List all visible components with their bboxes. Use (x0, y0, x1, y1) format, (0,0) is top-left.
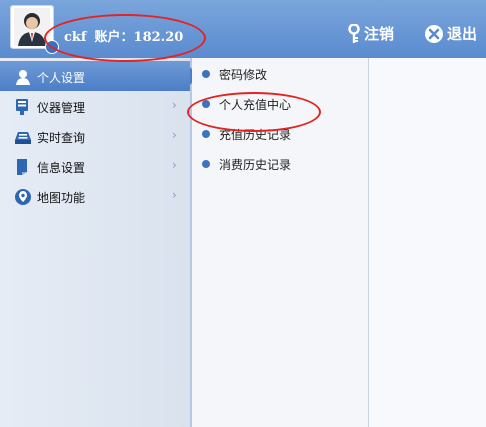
sidebar-item-label: 实时查询 (37, 131, 86, 145)
username: ckf (64, 30, 87, 45)
exit-label: 退出 (447, 25, 478, 43)
avatar-badge-icon (45, 40, 59, 54)
user-icon (16, 70, 30, 85)
sidebar-item-label: 个人设置 (37, 71, 86, 85)
content-area (369, 58, 486, 427)
account-balance: 182.20 (133, 30, 184, 45)
submenu-item-label: 个人充值中心 (219, 98, 292, 112)
sidebar-item-label: 仪器管理 (37, 101, 86, 115)
submenu-item-label: 密码修改 (219, 68, 268, 82)
account-label: 账户： (94, 30, 134, 45)
sidebar-item-map-functions[interactable]: 地图功能 › (0, 181, 190, 211)
submenu-panel: 密码修改 个人充值中心 充值历史记录 消费历史记录 (192, 58, 369, 427)
key-icon (348, 23, 360, 43)
submenu-item-label: 消费历史记录 (219, 158, 292, 172)
sidebar-item-label: 信息设置 (37, 161, 86, 175)
close-circle-icon (425, 24, 443, 43)
chevron-right-icon: › (172, 128, 177, 142)
sidebar: 个人设置 仪器管理 › 实时查询 › 信息设置 › 地图功能 › (0, 58, 198, 427)
map-icon (15, 189, 31, 205)
sidebar-item-device-management[interactable]: 仪器管理 › (0, 91, 190, 121)
user-account-info: ckf 账户：182.20 (64, 26, 191, 45)
user-avatar-icon (14, 8, 50, 46)
chevron-right-icon: › (172, 98, 177, 112)
sidebar-item-label: 地图功能 (37, 191, 86, 205)
submenu-item-label: 充值历史记录 (219, 128, 292, 142)
realtime-query-icon (15, 132, 31, 144)
chevron-right-icon: › (172, 188, 177, 202)
bullet-icon (202, 70, 210, 78)
info-settings-icon (17, 159, 27, 175)
sidebar-item-realtime-query[interactable]: 实时查询 › (0, 121, 190, 151)
bullet-icon (202, 130, 210, 138)
bullet-icon (202, 160, 210, 168)
bullet-icon (202, 100, 210, 108)
logout-label: 注销 (364, 25, 395, 43)
avatar[interactable] (10, 5, 59, 54)
device-icon (16, 99, 28, 115)
exit-button[interactable]: 退出 (424, 23, 477, 44)
sidebar-item-info-settings[interactable]: 信息设置 › (0, 151, 190, 181)
top-header: ckf 账户：182.20 注销 退出 (0, 0, 486, 58)
sidebar-item-personal-settings[interactable]: 个人设置 (0, 61, 198, 91)
logout-button[interactable]: 注销 (347, 23, 394, 44)
chevron-right-icon: › (172, 158, 177, 172)
